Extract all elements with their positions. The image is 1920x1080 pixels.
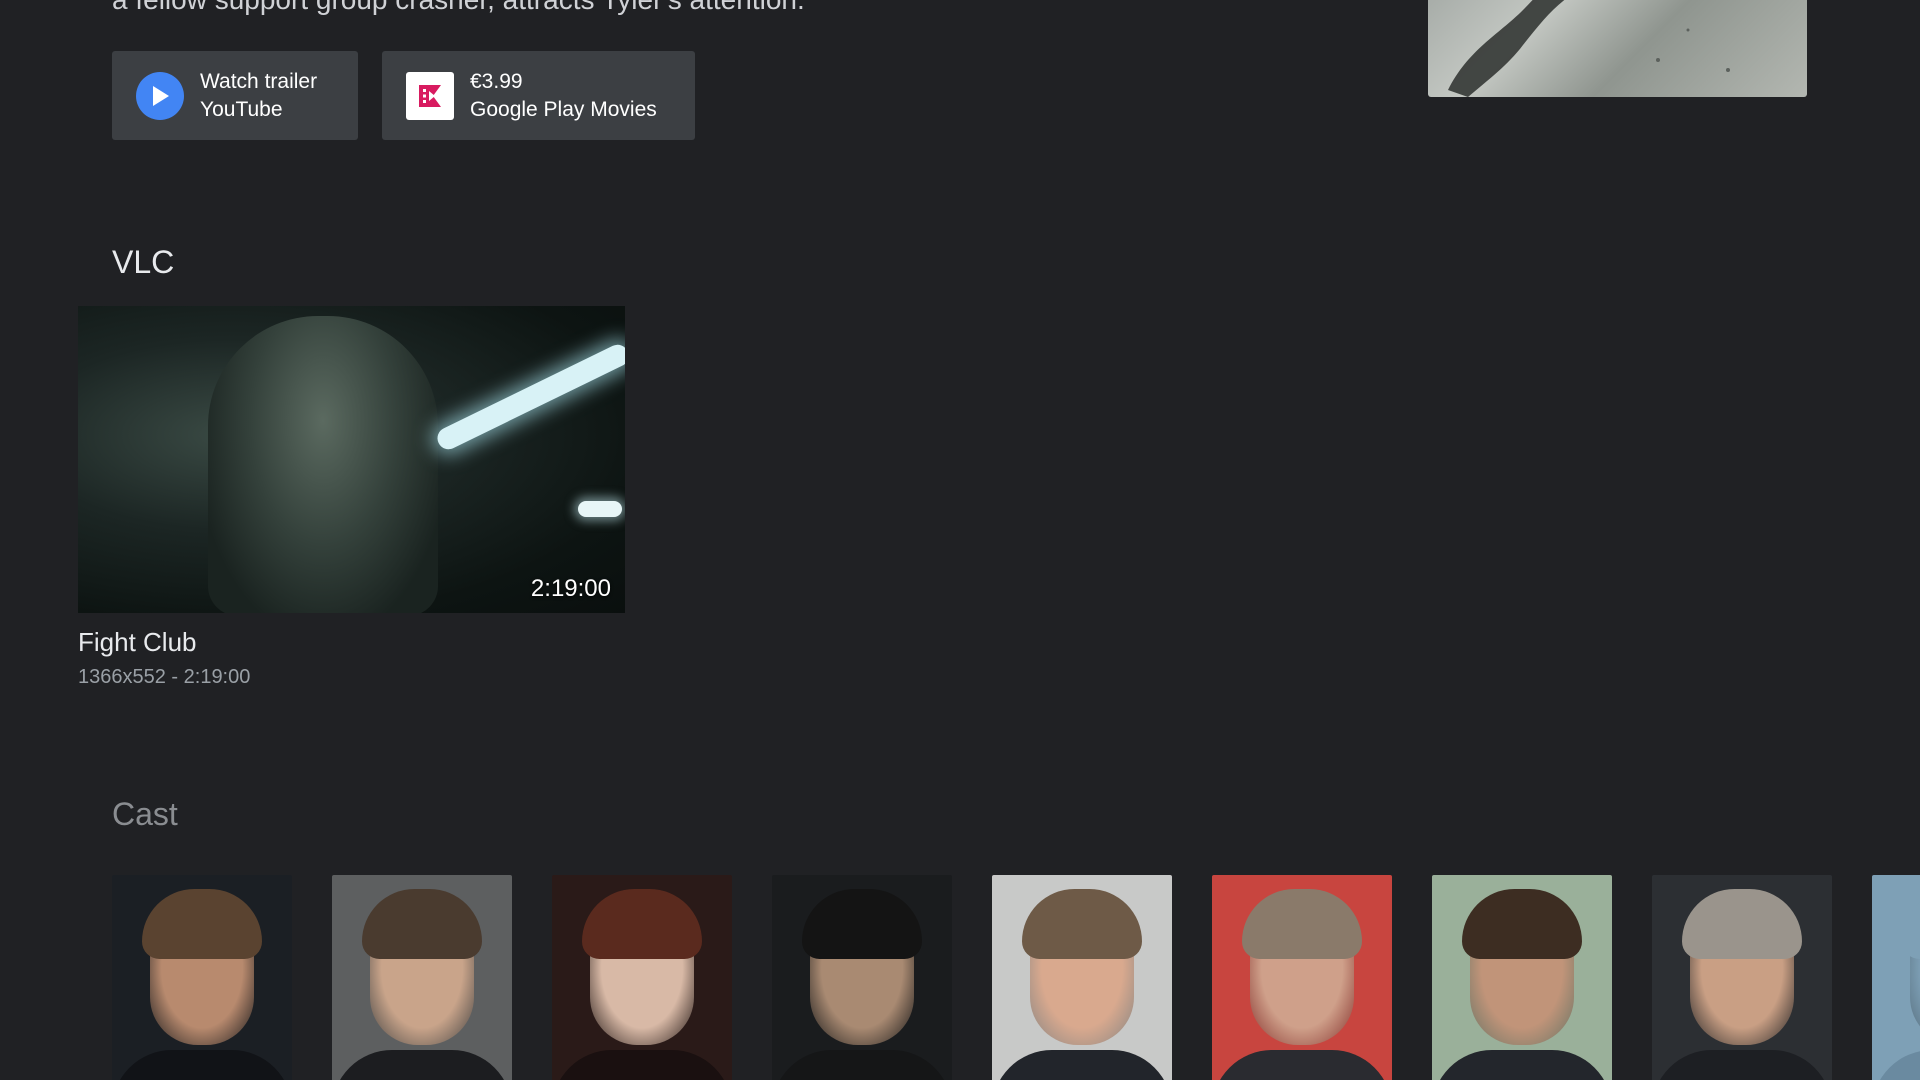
cast-photo-hair [362,889,482,959]
store-name-label: Google Play Movies [470,97,657,121]
cast-member-card[interactable] [112,875,292,1080]
cast-member-card[interactable] [992,875,1172,1080]
cast-photo-shoulders [1212,1050,1392,1080]
poster-artwork [1448,0,1730,97]
google-play-movies-icon [406,71,454,120]
cast-photo-shoulders [1652,1050,1832,1080]
play-icon [136,71,184,120]
video-frame-figure [208,316,438,613]
video-frame-light-small [578,501,622,517]
video-duration-badge: 2:19:00 [530,575,611,602]
vlc-video-thumbnail[interactable]: 2:19:00 [78,306,625,613]
cast-member-card[interactable] [1872,875,1920,1080]
movie-poster [1428,0,1807,97]
video-metadata: 1366x552 - 2:19:00 [78,666,251,688]
cast-photo-hair [1242,889,1362,959]
cast-photo-hair [582,889,702,959]
cast-photo-shoulders [772,1050,952,1080]
cast-member-card[interactable] [552,875,732,1080]
cast-photo-shoulders [992,1050,1172,1080]
cast-member-card[interactable] [332,875,512,1080]
cast-photo-hair [802,889,922,959]
cast-member-card[interactable] [1652,875,1832,1080]
cast-member-card[interactable] [772,875,952,1080]
price-label: €3.99 [470,69,523,93]
watch-trailer-button[interactable]: Watch trailer YouTube [112,51,358,140]
movie-details-page: a fellow support group crasher, attracts… [0,0,1920,1080]
cast-photo-hair [1902,889,1920,959]
trailer-source-label: YouTube [200,97,283,121]
cast-photo-hair [1462,889,1582,959]
google-play-purchase-button[interactable]: €3.99 Google Play Movies [382,51,695,140]
movie-synopsis: a fellow support group crasher, attracts… [112,0,805,18]
cast-member-card[interactable] [1212,875,1392,1080]
cast-photo-shoulders [1432,1050,1612,1080]
cast-photo-shoulders [1872,1050,1920,1080]
video-frame-light [433,341,625,453]
cast-photo-shoulders [552,1050,732,1080]
cast-row [112,875,1920,1080]
cast-photo-hair [1022,889,1142,959]
video-title: Fight Club [78,627,197,657]
cast-section-title: Cast [112,796,178,832]
cast-photo-hair [142,889,262,959]
vlc-section-title: VLC [112,244,175,280]
cast-photo-hair [1682,889,1802,959]
cast-member-card[interactable] [1432,875,1612,1080]
watch-trailer-label: Watch trailer [200,69,318,93]
cast-photo-shoulders [332,1050,512,1080]
cast-photo-shoulders [112,1050,292,1080]
